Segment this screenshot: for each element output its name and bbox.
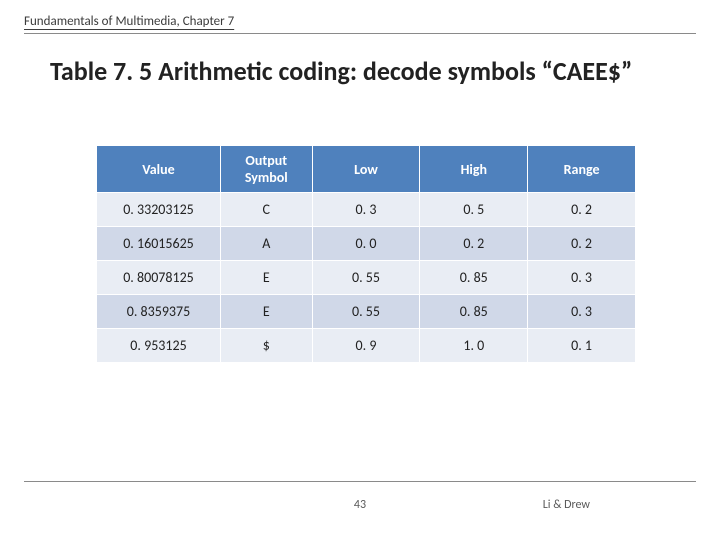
cell-high: 1. 0 — [420, 329, 528, 363]
cell-symbol: $ — [220, 329, 312, 363]
cell-value: 0. 953125 — [97, 329, 221, 363]
table-row: 0. 8359375 E 0. 55 0. 85 0. 3 — [97, 295, 636, 329]
cell-range: 0. 1 — [528, 329, 636, 363]
table: Value Output Symbol Low High Range 0. 33… — [96, 145, 636, 363]
cell-value: 0. 33203125 — [97, 193, 221, 227]
cell-range: 0. 2 — [528, 227, 636, 261]
table-row: 0. 16015625 A 0. 0 0. 2 0. 2 — [97, 227, 636, 261]
footer-authors: Li & Drew — [543, 498, 590, 512]
cell-low: 0. 9 — [312, 329, 420, 363]
cell-symbol: A — [220, 227, 312, 261]
cell-range: 0. 3 — [528, 295, 636, 329]
cell-low: 0. 55 — [312, 261, 420, 295]
cell-symbol: E — [220, 295, 312, 329]
table-header-row: Value Output Symbol Low High Range — [97, 146, 636, 193]
chapter-header: Fundamentals of Multimedia, Chapter 7 — [24, 14, 696, 34]
decode-table: Value Output Symbol Low High Range 0. 33… — [96, 145, 636, 363]
cell-value: 0. 80078125 — [97, 261, 221, 295]
cell-symbol: C — [220, 193, 312, 227]
slide: Fundamentals of Multimedia, Chapter 7 Ta… — [0, 0, 720, 540]
cell-high: 0. 85 — [420, 261, 528, 295]
col-output: Output Symbol — [220, 146, 312, 193]
cell-low: 0. 3 — [312, 193, 420, 227]
table-row: 0. 953125 $ 0. 9 1. 0 0. 1 — [97, 329, 636, 363]
col-range: Range — [528, 146, 636, 193]
col-low: Low — [312, 146, 420, 193]
table-row: 0. 80078125 E 0. 55 0. 85 0. 3 — [97, 261, 636, 295]
cell-high: 0. 5 — [420, 193, 528, 227]
cell-high: 0. 2 — [420, 227, 528, 261]
cell-low: 0. 55 — [312, 295, 420, 329]
page-number: 43 — [0, 498, 720, 512]
cell-value: 0. 8359375 — [97, 295, 221, 329]
slide-title: Table 7. 5 Arithmetic coding: decode sym… — [50, 55, 690, 87]
footer-rule — [24, 481, 696, 482]
col-high: High — [420, 146, 528, 193]
cell-range: 0. 3 — [528, 261, 636, 295]
cell-range: 0. 2 — [528, 193, 636, 227]
cell-value: 0. 16015625 — [97, 227, 221, 261]
col-value: Value — [97, 146, 221, 193]
table-row: 0. 33203125 C 0. 3 0. 5 0. 2 — [97, 193, 636, 227]
cell-high: 0. 85 — [420, 295, 528, 329]
cell-symbol: E — [220, 261, 312, 295]
cell-low: 0. 0 — [312, 227, 420, 261]
